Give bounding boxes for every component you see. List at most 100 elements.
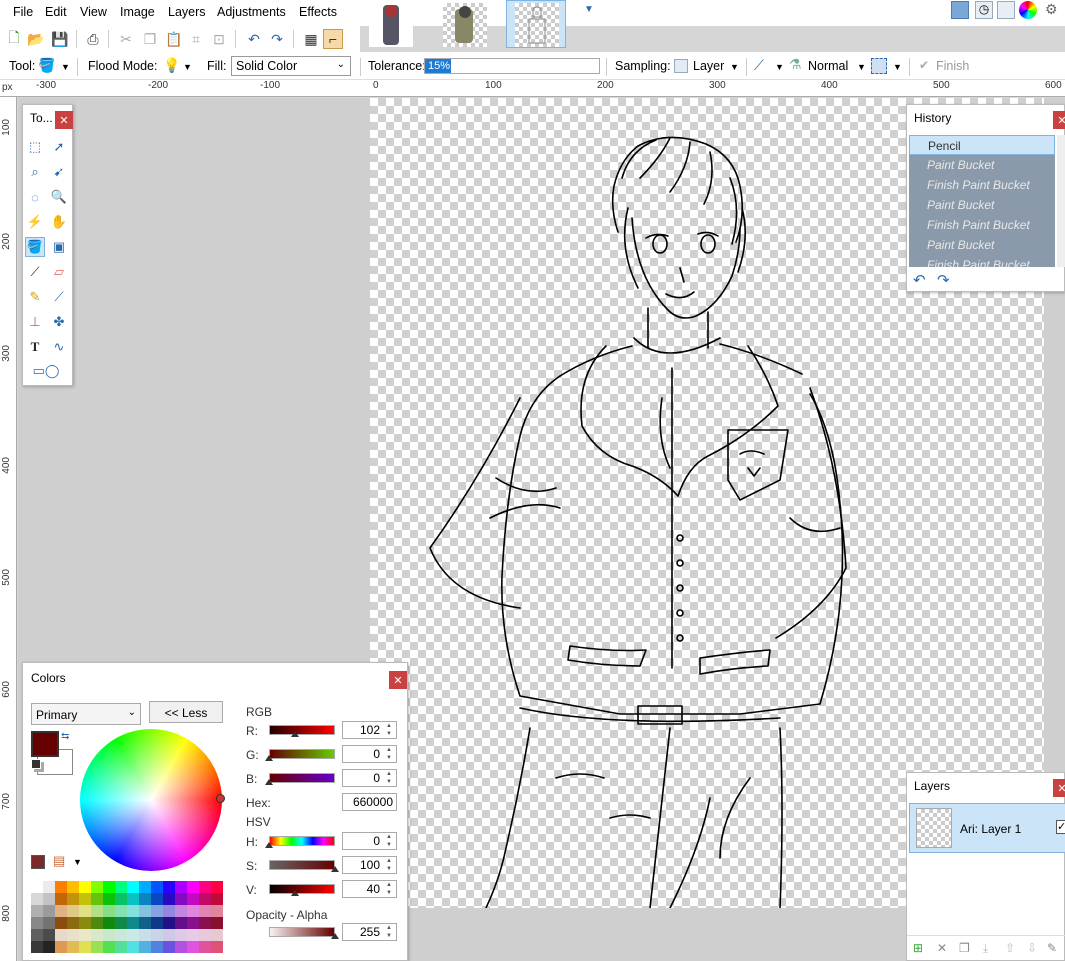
palette-swatch[interactable] <box>187 917 199 929</box>
blend-mode-value[interactable]: Normal <box>808 59 848 73</box>
s-slider-handle[interactable] <box>331 866 339 872</box>
save-icon[interactable]: 💾 <box>50 29 70 49</box>
close-icon[interactable]: ✕ <box>389 671 407 689</box>
palette-swatch[interactable] <box>79 881 91 893</box>
paint-bucket-tool-icon[interactable]: 🪣 <box>25 237 45 257</box>
palette-swatch[interactable] <box>211 881 223 893</box>
palette-swatch[interactable] <box>163 917 175 929</box>
b-slider-handle[interactable] <box>265 779 273 785</box>
antialiasing-caret-icon[interactable]: ▼ <box>775 62 784 72</box>
palette-swatch[interactable] <box>127 893 139 905</box>
sampling-caret-icon[interactable]: ▼ <box>730 62 739 72</box>
palette-swatch[interactable] <box>79 893 91 905</box>
selection-mode-caret-icon[interactable]: ▼ <box>893 62 902 72</box>
palette-swatch[interactable] <box>43 893 55 905</box>
palette-swatch[interactable] <box>43 881 55 893</box>
paste-icon[interactable]: 📋 <box>164 29 184 49</box>
palette-swatch[interactable] <box>43 929 55 941</box>
b-slider[interactable] <box>269 773 335 783</box>
history-item[interactable]: Finish Paint Bucket <box>909 215 1055 235</box>
palette-swatch[interactable] <box>199 929 211 941</box>
palette-swatch[interactable] <box>91 929 103 941</box>
palette-swatch[interactable] <box>103 893 115 905</box>
copy-icon[interactable]: ❐ <box>140 29 160 49</box>
palette-swatch[interactable] <box>187 941 199 953</box>
palette-swatch[interactable] <box>175 917 187 929</box>
opacity-slider-handle[interactable] <box>331 933 339 939</box>
r-slider[interactable] <box>269 725 335 735</box>
palette-swatch[interactable] <box>139 905 151 917</box>
palette-swatch[interactable] <box>31 929 43 941</box>
palette-swatch[interactable] <box>91 905 103 917</box>
gradient-tool-icon[interactable]: ▣ <box>49 237 69 257</box>
zoom-tool-icon[interactable]: 🔍 <box>49 187 69 207</box>
palette-swatch[interactable] <box>163 905 175 917</box>
palette-swatch[interactable] <box>127 881 139 893</box>
image-tab-1[interactable] <box>360 0 420 48</box>
palette-swatch[interactable] <box>187 929 199 941</box>
colors-window-toggle-icon[interactable] <box>1019 1 1037 19</box>
tolerance-slider[interactable]: 15% <box>424 58 600 74</box>
g-spinbox[interactable]: 0 ▲ ▼ <box>342 745 397 763</box>
menu-image[interactable]: Image <box>120 5 155 19</box>
tool-dropdown-caret-icon[interactable]: ▼ <box>61 62 70 72</box>
pencil-tool-icon[interactable]: ✎ <box>25 287 45 307</box>
palette-swatch[interactable] <box>91 881 103 893</box>
print-icon[interactable]: ⎙ <box>83 29 103 49</box>
palette-swatch[interactable] <box>211 941 223 953</box>
palette-swatch[interactable] <box>115 893 127 905</box>
palette-swatch[interactable] <box>103 881 115 893</box>
palette-swatch[interactable] <box>115 917 127 929</box>
finish-button[interactable]: Finish <box>936 59 969 73</box>
palette-swatch[interactable] <box>163 941 175 953</box>
history-item[interactable]: Paint Bucket <box>909 195 1055 215</box>
palette-swatch[interactable] <box>79 917 91 929</box>
tabs-dropdown-icon[interactable]: ▼ <box>584 4 594 15</box>
merge-layer-down-icon[interactable]: ⤓ <box>983 941 988 956</box>
palette-swatch[interactable] <box>67 905 79 917</box>
palette-swatch[interactable] <box>103 905 115 917</box>
palette-swatch[interactable] <box>55 893 67 905</box>
history-item[interactable]: Finish Paint Bucket <box>909 175 1055 195</box>
crop-icon[interactable]: ⌗ <box>186 29 206 49</box>
sampling-value[interactable]: Layer <box>693 59 724 73</box>
palette-swatch[interactable] <box>175 941 187 953</box>
h-spinbox[interactable]: 0 ▲ ▼ <box>342 832 397 850</box>
magic-wand-tool-icon[interactable]: ⚡ <box>25 212 45 232</box>
palette-swatch[interactable] <box>91 893 103 905</box>
pan-tool-icon[interactable]: ✋ <box>49 212 69 232</box>
palette-swatch[interactable] <box>187 905 199 917</box>
palette-swatch[interactable] <box>211 905 223 917</box>
palette-swatch[interactable] <box>151 929 163 941</box>
open-image-icon[interactable]: 📂 <box>26 29 46 49</box>
cut-icon[interactable]: ✂ <box>116 29 136 49</box>
palette-swatch[interactable] <box>55 905 67 917</box>
swap-colors-icon[interactable]: ⇆ <box>61 731 69 742</box>
palette-swatch[interactable] <box>175 893 187 905</box>
palette-swatch[interactable] <box>115 941 127 953</box>
palette-swatch[interactable] <box>139 881 151 893</box>
history-scrollbar[interactable] <box>1057 135 1065 267</box>
palette-swatch[interactable] <box>199 893 211 905</box>
palette-swatch[interactable] <box>151 881 163 893</box>
palette-swatch[interactable] <box>151 905 163 917</box>
palette-swatch[interactable] <box>55 941 67 953</box>
lasso-select-tool-icon[interactable]: ⌕ <box>25 162 45 182</box>
menu-file[interactable]: File <box>13 5 33 19</box>
history-item[interactable]: Paint Bucket <box>909 155 1055 175</box>
palette-swatch[interactable] <box>91 917 103 929</box>
palette-swatch[interactable] <box>199 905 211 917</box>
r-spinbox[interactable]: 102 ▲ ▼ <box>342 721 397 739</box>
palette-swatch[interactable] <box>139 929 151 941</box>
palette-swatch[interactable] <box>175 881 187 893</box>
layers-window-toggle-icon[interactable] <box>997 1 1015 19</box>
move-layer-up-icon[interactable]: ⇧ <box>1005 941 1015 955</box>
palette-swatch[interactable] <box>163 893 175 905</box>
palette-swatch[interactable] <box>103 941 115 953</box>
menu-layers[interactable]: Layers <box>168 5 206 19</box>
palette-caret-icon[interactable]: ▼ <box>73 857 82 867</box>
redo-icon[interactable]: ↷ <box>267 29 287 49</box>
palette-swatch[interactable] <box>67 881 79 893</box>
palette-swatch[interactable] <box>79 929 91 941</box>
palette-swatch[interactable] <box>187 893 199 905</box>
